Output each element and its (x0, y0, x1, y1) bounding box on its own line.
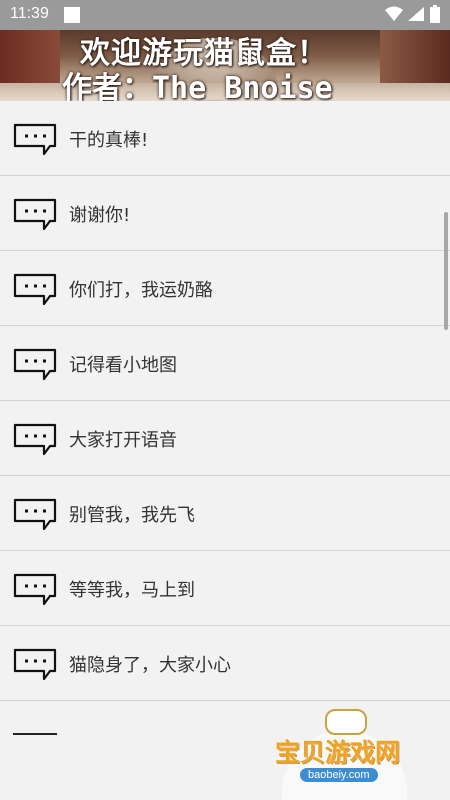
notification-icon (64, 7, 80, 23)
message-text: 等等我，马上到 (69, 580, 195, 601)
list-item[interactable]: 等等我，马上到 (0, 551, 450, 626)
message-text: 干的真棒! (69, 130, 149, 151)
chat-bubble-icon (13, 498, 57, 531)
battery-icon (430, 5, 440, 23)
chat-bubble-icon (13, 273, 57, 306)
chat-bubble-icon (13, 348, 57, 381)
wifi-icon (385, 6, 403, 21)
watermark-logo: 宝贝游戏网 baobeiy.com (270, 705, 420, 800)
message-text: 别管我，我先飞 (69, 505, 195, 526)
list-item[interactable]: 别管我，我先飞 (0, 476, 450, 551)
gamepad-icon (325, 709, 367, 735)
list-item[interactable]: 谢谢你! (0, 176, 450, 251)
chat-bubble-icon (13, 123, 57, 156)
status-bar: 11:39 (0, 0, 450, 30)
list-item[interactable]: 干的真棒! (0, 101, 450, 176)
chat-bubble-icon (13, 423, 57, 456)
list-item[interactable]: 猫隐身了，大家小心 (0, 626, 450, 701)
message-text: 猫隐身了，大家小心 (69, 655, 231, 676)
scrollbar[interactable] (444, 212, 448, 330)
welcome-banner: 欢迎游玩猫鼠盒！ 作者：The_Bnoise (0, 30, 450, 101)
banner-author-text: 作者：The_Bnoise (62, 71, 333, 101)
signal-icon (408, 7, 424, 21)
watermark-title: 宝贝游戏网 (275, 738, 401, 767)
watermark-url: baobeiy.com (300, 768, 378, 782)
message-text: 大家打开语音 (69, 430, 177, 451)
message-text: 你们打，我运奶酪 (69, 280, 213, 301)
quick-message-list[interactable]: 干的真棒! 谢谢你! 你们打，我运奶酪 记得看小地图 大家打开语音 别管我，我先… (0, 101, 450, 741)
list-item[interactable]: 大家打开语音 (0, 401, 450, 476)
chat-bubble-icon (13, 198, 57, 231)
chat-bubble-icon (13, 648, 57, 681)
chat-bubble-icon (13, 573, 57, 606)
message-text: 谢谢你! (69, 205, 131, 226)
status-time: 11:39 (10, 5, 49, 22)
partial-list-item[interactable] (13, 733, 57, 741)
message-text: 记得看小地图 (69, 355, 177, 376)
list-item[interactable]: 记得看小地图 (0, 326, 450, 401)
list-item[interactable]: 你们打，我运奶酪 (0, 251, 450, 326)
